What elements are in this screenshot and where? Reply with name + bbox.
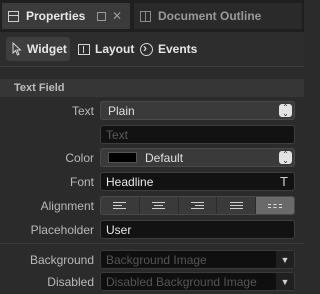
subtab-widget-label: Widget (27, 42, 67, 56)
align-natural-button[interactable] (256, 197, 294, 214)
close-icon[interactable]: ✕ (112, 10, 122, 22)
align-center-icon (152, 202, 166, 209)
text-label: Text (71, 104, 94, 118)
chevron-updown-icon: ⌃ ⌄ (279, 150, 292, 164)
background-image-placeholder: Background Image (106, 252, 207, 267)
align-right-button[interactable] (179, 197, 218, 214)
chevron-updown-icon: ⌃ ⌄ (279, 103, 292, 117)
subtab-events[interactable]: Events (140, 37, 197, 61)
background-label: Background (29, 253, 94, 267)
tab-properties-label: Properties (26, 9, 86, 23)
chevron-down-icon[interactable]: ▼ (276, 251, 294, 268)
events-arrow-icon (140, 41, 153, 56)
color-select[interactable]: Default ⌃ ⌄ (100, 148, 295, 167)
tab-controls: ✕ (96, 10, 122, 22)
align-left-icon (113, 202, 127, 209)
align-center-button[interactable] (140, 197, 179, 214)
text-value-input[interactable]: Text (100, 125, 295, 144)
minimize-icon[interactable] (96, 11, 106, 21)
placeholder-input[interactable]: User (100, 220, 295, 239)
section-title: Text Field (14, 82, 65, 94)
section-header-text-field[interactable]: Text Field (0, 79, 304, 97)
cursor-pointer-icon (12, 41, 22, 56)
disabled-background-image-placeholder: Disabled Background Image (106, 274, 257, 289)
font-value: Headline (106, 174, 154, 189)
align-right-icon (190, 202, 204, 209)
section-divider (0, 243, 304, 244)
tab-document-outline-label: Document Outline (158, 9, 262, 23)
align-justify-icon (229, 202, 243, 209)
align-left-button[interactable] (101, 197, 140, 214)
subtab-widget[interactable]: Widget (6, 37, 70, 61)
panel-tab-bar: Properties ✕ Document Outline (0, 0, 304, 32)
font-label: Font (69, 175, 94, 189)
color-label: Color (65, 151, 94, 165)
alignment-label: Alignment (40, 199, 94, 213)
inspector-subtab-bar: Widget Layout Events (0, 32, 304, 67)
background-image-combobox[interactable]: Background Image ▼ (100, 250, 295, 269)
align-natural-icon (268, 203, 283, 208)
placeholder-value: User (106, 222, 132, 237)
layout-icon (78, 43, 90, 55)
color-value: Default (145, 150, 184, 165)
disabled-background-image-combobox[interactable]: Disabled Background Image ▼ (100, 272, 295, 291)
align-justify-button[interactable] (217, 197, 257, 214)
text-type-select[interactable]: Plain ⌃ ⌄ (100, 101, 295, 120)
font-field[interactable]: Headline T (100, 172, 295, 191)
subtab-layout-label: Layout (95, 42, 135, 56)
disabled-label: Disabled (47, 275, 94, 289)
chevron-down-icon[interactable]: ▼ (276, 273, 294, 290)
subtab-events-label: Events (158, 42, 198, 56)
tab-properties[interactable]: Properties ✕ (2, 3, 130, 29)
alignment-segmented-control[interactable] (100, 196, 295, 215)
font-picker-icon[interactable]: T (280, 174, 288, 189)
placeholder-label: Placeholder (30, 223, 94, 237)
subtab-layout[interactable]: Layout (78, 37, 134, 61)
properties-panel-icon (8, 10, 19, 22)
color-swatch (108, 152, 137, 163)
document-outline-icon (140, 10, 151, 22)
text-input-placeholder: Text (106, 127, 129, 142)
text-type-value: Plain (108, 103, 135, 118)
tab-document-outline[interactable]: Document Outline (134, 3, 302, 29)
